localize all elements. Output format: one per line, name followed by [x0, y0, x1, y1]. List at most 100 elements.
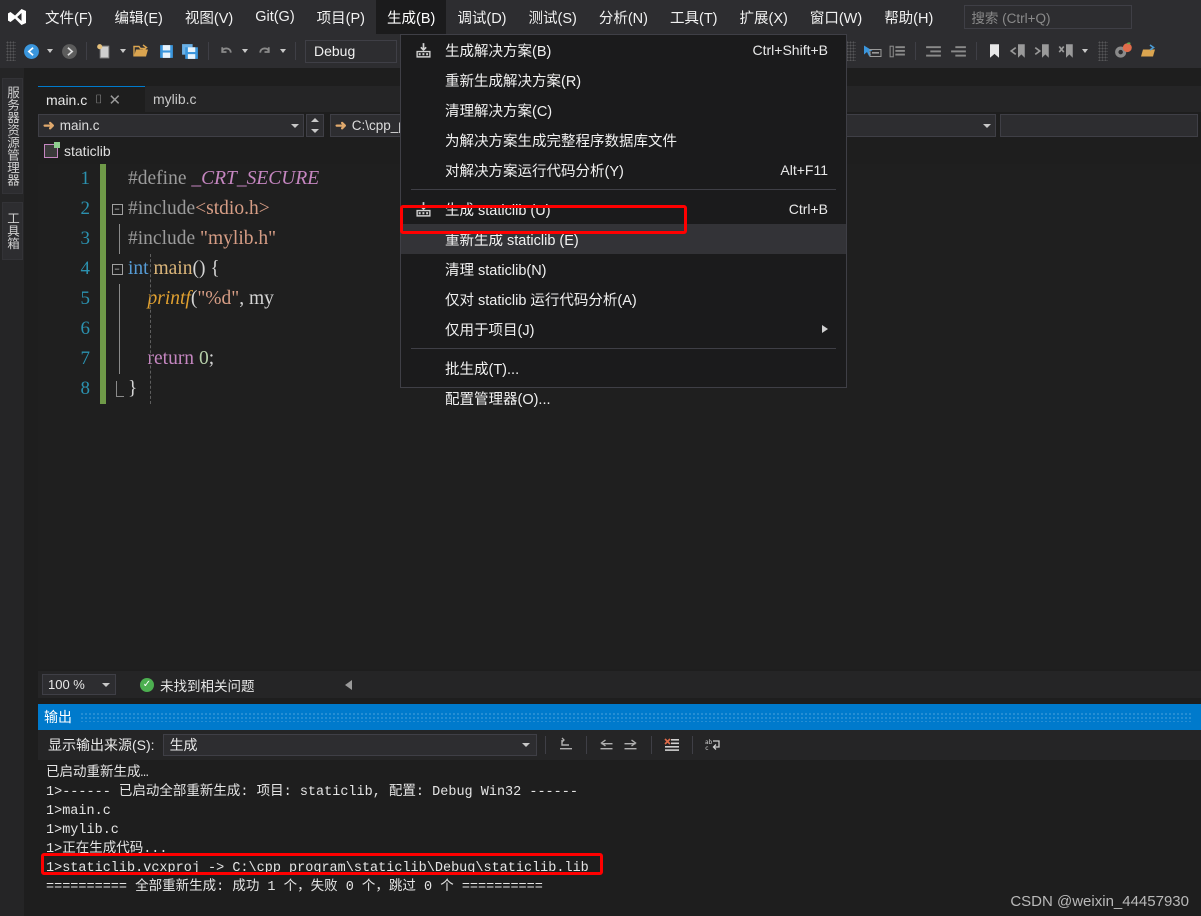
build-menu-item-9[interactable]: 仅用于项目(J) — [401, 314, 846, 344]
menu-item-9[interactable]: 工具(T) — [659, 0, 729, 34]
build-menu-item-11[interactable]: 配置管理器(O)... — [401, 383, 846, 413]
fold-margin[interactable] — [106, 344, 128, 374]
navigation-spinner[interactable] — [306, 114, 324, 137]
menu-item-label: 项目(P) — [316, 10, 366, 27]
fold-margin[interactable] — [106, 314, 128, 344]
menu-item-3[interactable]: Git(G) — [244, 0, 305, 34]
collapse-icon[interactable]: − — [111, 203, 123, 215]
menu-item-8[interactable]: 分析(N) — [588, 0, 659, 34]
menu-item-label: 扩展(X) — [739, 10, 788, 27]
build-menu-item-6[interactable]: 重新生成 staticlib (E) — [401, 224, 846, 254]
spinner-down-icon[interactable] — [311, 128, 319, 133]
toolbar-grip-3[interactable] — [1098, 41, 1108, 61]
outdent-icon[interactable] — [946, 38, 971, 64]
bookmark-icon[interactable] — [982, 38, 1006, 64]
chevron-down-icon-2[interactable] — [983, 123, 991, 128]
jump-to-icon[interactable] — [554, 734, 578, 756]
menu-item-5[interactable]: 生成(B) — [376, 0, 447, 34]
zoom-level-combo[interactable]: 100 % — [42, 674, 116, 695]
editor-tab-label: mylib.c — [153, 91, 197, 107]
build-menu-item-label: 批生成(T)... — [445, 361, 520, 378]
scroll-left-icon[interactable] — [344, 679, 352, 690]
zoom-level-value: 100 % — [48, 677, 85, 692]
build-menu-item-10[interactable]: 批生成(T)... — [401, 353, 846, 383]
editor-tab-main-c[interactable]: main.c ⌷ ✕ — [38, 86, 145, 112]
build-menu-item-4[interactable]: 对解决方案运行代码分析(Y) Alt+F11 — [401, 155, 846, 185]
clear-bookmarks-icon[interactable] — [1054, 38, 1078, 64]
menu-item-label: 工具(T) — [669, 10, 718, 27]
toolbar-grip-2[interactable] — [846, 41, 856, 61]
build-menu-item-7[interactable]: 清理 staticlib(N) — [401, 254, 846, 284]
spinner-up-icon[interactable] — [311, 118, 319, 123]
fold-margin[interactable]: − — [106, 263, 128, 275]
navigation-scope-combo[interactable]: ➜ main.c — [38, 114, 304, 137]
menu-item-10[interactable]: 扩展(X) — [729, 0, 799, 34]
close-icon[interactable]: ✕ — [108, 91, 121, 109]
menu-item-0[interactable]: 文件(F) — [34, 0, 104, 34]
fold-margin[interactable]: − — [106, 203, 128, 215]
settings-icon[interactable] — [1111, 38, 1137, 64]
menu-item-7[interactable]: 测试(S) — [518, 0, 588, 34]
fold-margin[interactable] — [106, 381, 128, 397]
new-item-dropdown-icon[interactable] — [120, 49, 126, 53]
next-message-icon[interactable] — [619, 734, 643, 756]
navigate-back-dropdown-icon[interactable] — [47, 49, 53, 53]
editor-tab-mylib-c[interactable]: mylib.c — [145, 86, 205, 112]
menu-item-6[interactable]: 调试(D) — [446, 0, 517, 34]
fold-margin[interactable] — [106, 284, 128, 314]
build-menu-item-2[interactable]: 清理解决方案(C) — [401, 95, 846, 125]
save-all-icon[interactable] — [178, 38, 203, 64]
chevron-down-icon-4[interactable] — [521, 743, 530, 747]
chevron-down-icon[interactable] — [291, 123, 299, 128]
navigate-back-icon[interactable] — [19, 38, 43, 64]
next-bookmark-icon[interactable] — [1030, 38, 1054, 64]
solution-configuration-combo[interactable]: Debug — [305, 39, 397, 63]
pointer-select-icon[interactable] — [859, 38, 885, 64]
search-input[interactable]: 搜索 (Ctrl+Q) — [964, 5, 1133, 29]
build-menu-item-0[interactable]: 生成解决方案(B) Ctrl+Shift+B — [401, 35, 846, 65]
collapse-icon[interactable]: − — [111, 263, 123, 275]
build-menu-item-1[interactable]: 重新生成解决方案(R) — [401, 65, 846, 95]
undo-dropdown-icon[interactable] — [242, 49, 248, 53]
build-menu-item-5[interactable]: 生成 staticlib (U) Ctrl+B — [401, 194, 846, 224]
menu-item-12[interactable]: 帮助(H) — [873, 0, 944, 34]
sidebar-item-toolbox[interactable]: 工具箱 — [2, 202, 23, 260]
open-file-icon[interactable] — [130, 38, 154, 64]
toolbar-grip[interactable] — [6, 41, 16, 61]
menu-item-1[interactable]: 编辑(E) — [104, 0, 174, 34]
navigation-extra-combo[interactable] — [1000, 114, 1198, 137]
word-wrap-icon[interactable]: ab c — [701, 734, 725, 756]
clear-output-icon[interactable] — [660, 734, 684, 756]
output-source-combo[interactable]: 生成 — [162, 734, 537, 756]
code-token: ; — [208, 348, 215, 369]
menu-item-11[interactable]: 窗口(W) — [799, 0, 873, 34]
navigation-member-combo[interactable] — [844, 114, 996, 137]
prev-bookmark-icon[interactable] — [1006, 38, 1030, 64]
sidebar-item-server-explorer[interactable]: 服务器资源管理器 — [2, 78, 23, 194]
undo-icon[interactable] — [214, 38, 238, 64]
menu-item-label: 调试(D) — [457, 10, 507, 27]
toolbar-separator-4 — [915, 42, 916, 60]
indent-icon[interactable] — [921, 38, 946, 64]
menu-item-2[interactable]: 视图(V) — [174, 0, 244, 34]
save-icon[interactable] — [154, 38, 178, 64]
redo-dropdown-icon[interactable] — [280, 49, 286, 53]
fold-margin[interactable] — [106, 224, 128, 254]
code-token: main — [153, 258, 193, 279]
pin-icon[interactable]: ⌷ — [95, 92, 102, 107]
comment-icon[interactable] — [885, 38, 910, 64]
navigate-forward-icon[interactable] — [57, 38, 81, 64]
output-drag-handle[interactable] — [80, 712, 1193, 722]
build-menu-item-3[interactable]: 为解决方案生成完整程序数据库文件 — [401, 125, 846, 155]
open-folder-icon-2[interactable] — [1137, 38, 1161, 64]
menu-item-4[interactable]: 项目(P) — [306, 0, 376, 34]
output-line: 1>main.c — [46, 804, 111, 819]
build-menu-item-8[interactable]: 仅对 staticlib 运行代码分析(A) — [401, 284, 846, 314]
previous-message-icon[interactable] — [595, 734, 619, 756]
new-item-icon[interactable] — [92, 38, 116, 64]
sidebar-item-label: 服务器资源管理器 — [5, 86, 19, 186]
redo-icon[interactable] — [252, 38, 276, 64]
bookmarks-dropdown-icon[interactable] — [1082, 49, 1088, 53]
chevron-down-icon-3[interactable] — [102, 682, 110, 687]
